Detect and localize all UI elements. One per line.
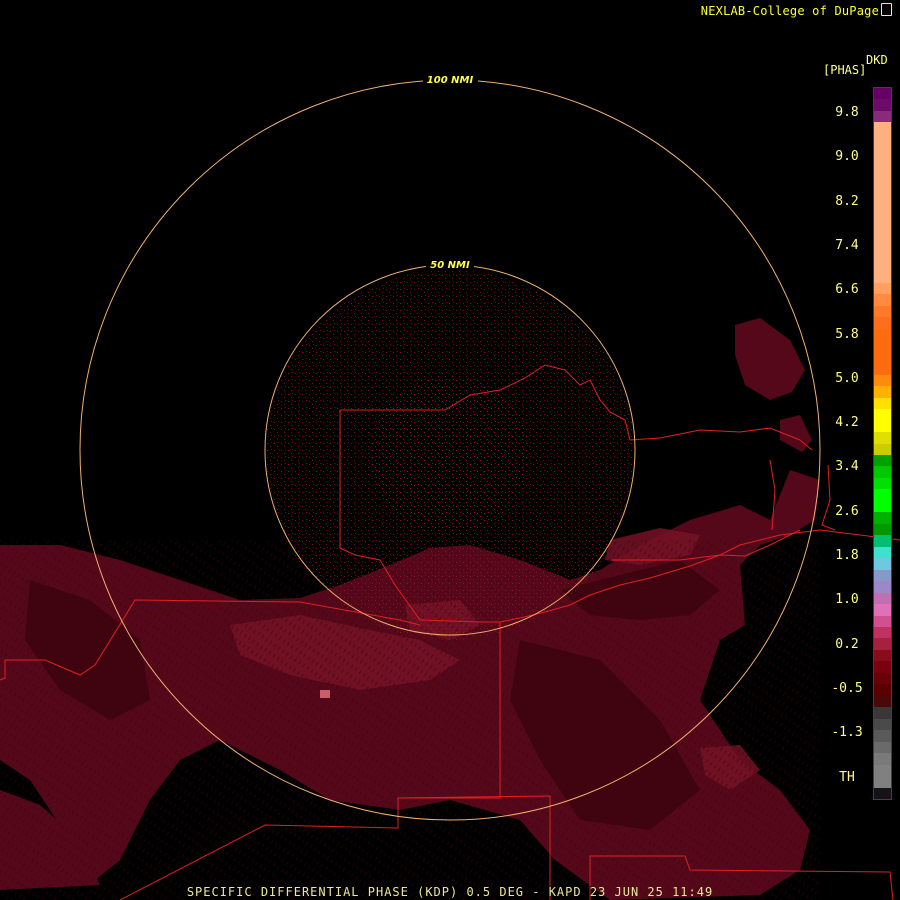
color-swatch <box>874 99 891 111</box>
color-swatch <box>874 260 891 271</box>
color-swatch <box>874 604 891 616</box>
color-swatch <box>874 501 891 512</box>
legend-tick-label: TH <box>839 770 855 785</box>
color-swatch <box>874 271 891 283</box>
legend-tick-label: 1.0 <box>835 592 859 607</box>
color-swatch <box>874 444 891 455</box>
color-swatch <box>874 134 891 145</box>
ground-clutter-core <box>370 375 530 535</box>
legend-product: DKD <box>866 53 888 67</box>
color-swatch <box>874 294 891 306</box>
radar-map: 100 NMI 50 NMI <box>0 73 900 900</box>
echo-hotspot <box>320 690 330 698</box>
color-swatch <box>874 340 891 352</box>
color-swatch <box>874 616 891 627</box>
color-swatch <box>874 386 891 398</box>
legend-tick-label: 1.8 <box>835 548 859 563</box>
color-swatch <box>874 558 891 570</box>
color-swatch <box>874 111 891 122</box>
color-swatch <box>874 455 891 466</box>
color-swatch <box>874 180 891 191</box>
legend-tick-label: 2.6 <box>835 504 859 519</box>
color-swatch <box>874 765 891 776</box>
color-swatch <box>874 375 891 386</box>
legend-tick-label: 0.2 <box>835 637 859 652</box>
color-swatch <box>874 684 891 696</box>
color-swatch <box>874 719 891 730</box>
color-swatch <box>874 306 891 317</box>
color-scale-bar <box>873 87 892 800</box>
color-swatch <box>874 432 891 444</box>
legend-tick-label: 3.4 <box>835 459 859 474</box>
color-swatch <box>874 535 891 547</box>
color-swatch <box>874 283 891 294</box>
legend-unit: [PHAS] <box>823 63 867 77</box>
color-swatch <box>874 203 891 214</box>
color-swatch <box>874 742 891 753</box>
color-swatch <box>874 788 891 799</box>
color-swatch <box>874 363 891 375</box>
color-swatch <box>874 421 891 432</box>
color-swatch <box>874 478 891 489</box>
color-swatch <box>874 627 891 638</box>
legend-tick-label: -0.5 <box>831 681 863 696</box>
color-swatch <box>874 329 891 340</box>
legend-tick-label: 5.8 <box>835 327 859 342</box>
product-caption: SPECIFIC DIFFERENTIAL PHASE (KDP) 0.5 DE… <box>186 885 714 899</box>
legend-tick-label: 4.2 <box>835 415 859 430</box>
legend-tick-label: 5.0 <box>835 371 859 386</box>
color-swatch <box>874 730 891 742</box>
legend-tick-label: 9.8 <box>835 105 859 120</box>
color-swatch <box>874 398 891 409</box>
credit-line: NEXLAB-College of DuPage <box>701 3 892 18</box>
color-swatch <box>874 661 891 673</box>
color-swatch <box>874 409 891 421</box>
color-swatch <box>874 489 891 501</box>
legend-tick-label: 7.4 <box>835 238 859 253</box>
color-swatch <box>874 352 891 363</box>
color-swatch <box>874 145 891 157</box>
credit-text: NEXLAB-College of DuPage <box>700 4 879 18</box>
color-swatch <box>874 650 891 661</box>
logo-icon <box>881 3 892 16</box>
legend-tick-label: 9.0 <box>835 149 859 164</box>
color-swatch <box>874 581 891 593</box>
color-swatch <box>874 707 891 719</box>
color-swatch <box>874 226 891 237</box>
color-swatch <box>874 512 891 524</box>
legend-tick-label: 6.6 <box>835 282 859 297</box>
color-swatch <box>874 673 891 684</box>
legend-tick-label: 8.2 <box>835 194 859 209</box>
legend-tick-label: -1.3 <box>831 725 863 740</box>
color-swatch <box>874 753 891 765</box>
color-swatch <box>874 524 891 535</box>
color-swatch <box>874 168 891 180</box>
color-swatch <box>874 593 891 604</box>
color-swatch <box>874 88 891 99</box>
color-swatch <box>874 696 891 707</box>
color-swatch <box>874 249 891 260</box>
color-swatch <box>874 237 891 249</box>
color-swatch <box>874 157 891 168</box>
color-swatch <box>874 317 891 329</box>
color-swatch <box>874 466 891 478</box>
color-swatch <box>874 191 891 203</box>
color-swatch <box>874 638 891 650</box>
color-swatch <box>874 776 891 788</box>
color-swatch <box>874 547 891 558</box>
range-ring-label-50: 50 NMI <box>430 260 470 271</box>
color-swatch <box>874 570 891 581</box>
range-ring-label-100: 100 NMI <box>427 75 474 86</box>
color-swatch <box>874 214 891 226</box>
color-swatch <box>874 122 891 134</box>
